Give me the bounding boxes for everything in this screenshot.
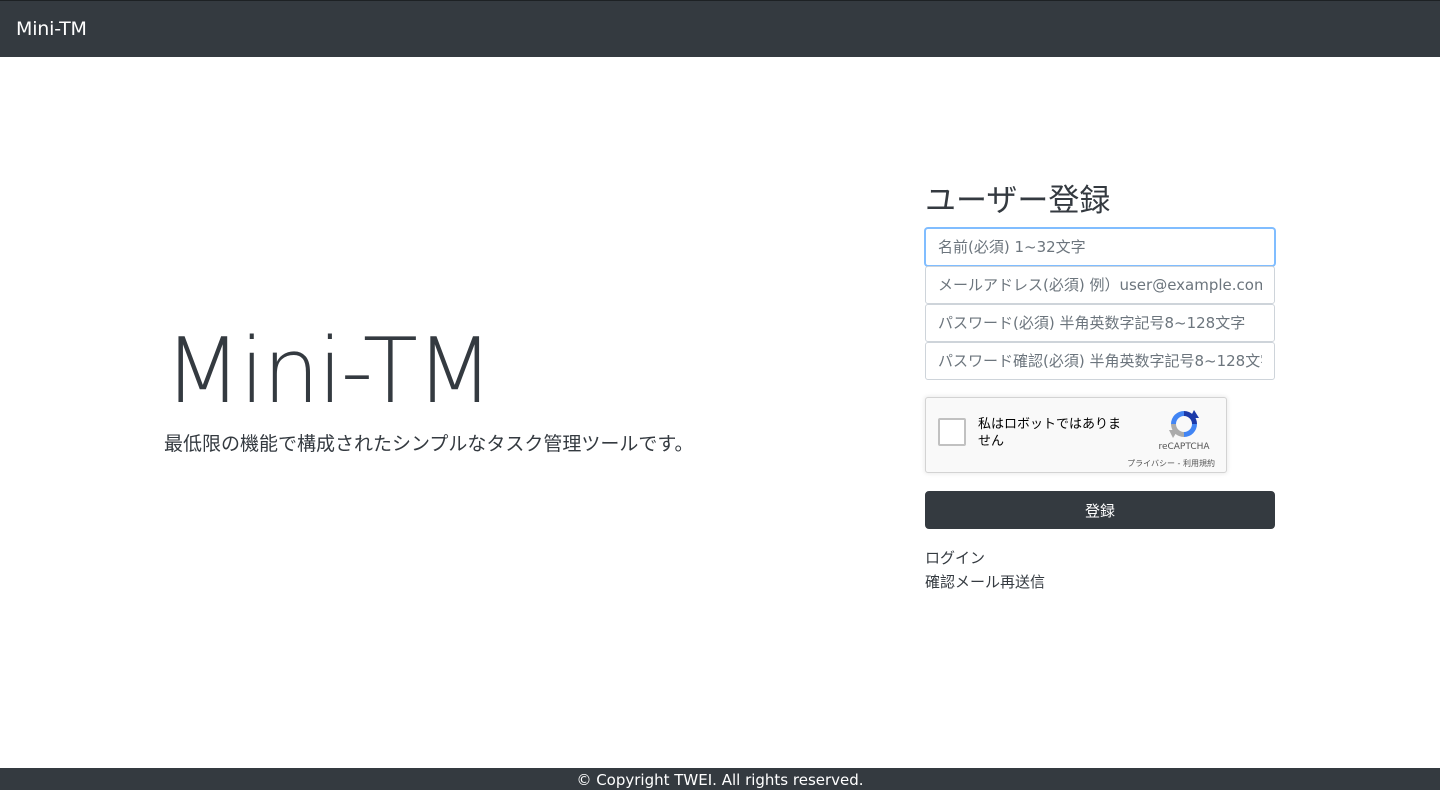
- recaptcha-privacy-link[interactable]: プライバシー: [1127, 459, 1175, 468]
- resend-confirmation-link[interactable]: 確認メール再送信: [925, 570, 1275, 594]
- navbar-brand-link[interactable]: Mini-TM: [16, 15, 87, 43]
- recaptcha-terms-link[interactable]: 利用規約: [1183, 459, 1215, 468]
- name-input[interactable]: [925, 228, 1275, 266]
- footer: © Copyright TWEI. All rights reserved.: [0, 768, 1440, 790]
- recaptcha-checkbox[interactable]: [938, 418, 966, 446]
- register-form-title: ユーザー登録: [925, 183, 1111, 219]
- auth-links: ログイン 確認メール再送信: [925, 546, 1275, 594]
- footer-copyright: © Copyright TWEI. All rights reserved.: [576, 771, 864, 789]
- recaptcha-brand: reCAPTCHA: [1158, 442, 1210, 452]
- register-form-panel: ユーザー登録 私はロボットではありません reCAPTCHA プライバシー - …: [925, 180, 1275, 594]
- recaptcha-links: プライバシー - 利用規約: [1127, 459, 1215, 469]
- hero-section: Mini-TM 最低限の機能で構成されたシンプルなタスク管理ツールです。: [164, 320, 864, 458]
- recaptcha-logo: reCAPTCHA: [1154, 408, 1214, 453]
- register-button[interactable]: 登録: [925, 491, 1275, 529]
- login-link[interactable]: ログイン: [925, 546, 1275, 570]
- recaptcha-label: 私はロボットではありません: [978, 417, 1122, 449]
- email-input[interactable]: [925, 266, 1275, 304]
- recaptcha-link-separator: -: [1175, 459, 1183, 468]
- hero-subtitle: 最低限の機能で構成されたシンプルなタスク管理ツールです。: [164, 433, 694, 455]
- top-navbar: Mini-TM: [0, 0, 1440, 57]
- recaptcha-widget: 私はロボットではありません reCAPTCHA プライバシー - 利用規約: [925, 397, 1227, 473]
- hero-title: Mini-TM: [164, 319, 494, 424]
- password-confirm-input[interactable]: [925, 342, 1275, 380]
- recaptcha-icon: [1169, 410, 1199, 438]
- password-input[interactable]: [925, 304, 1275, 342]
